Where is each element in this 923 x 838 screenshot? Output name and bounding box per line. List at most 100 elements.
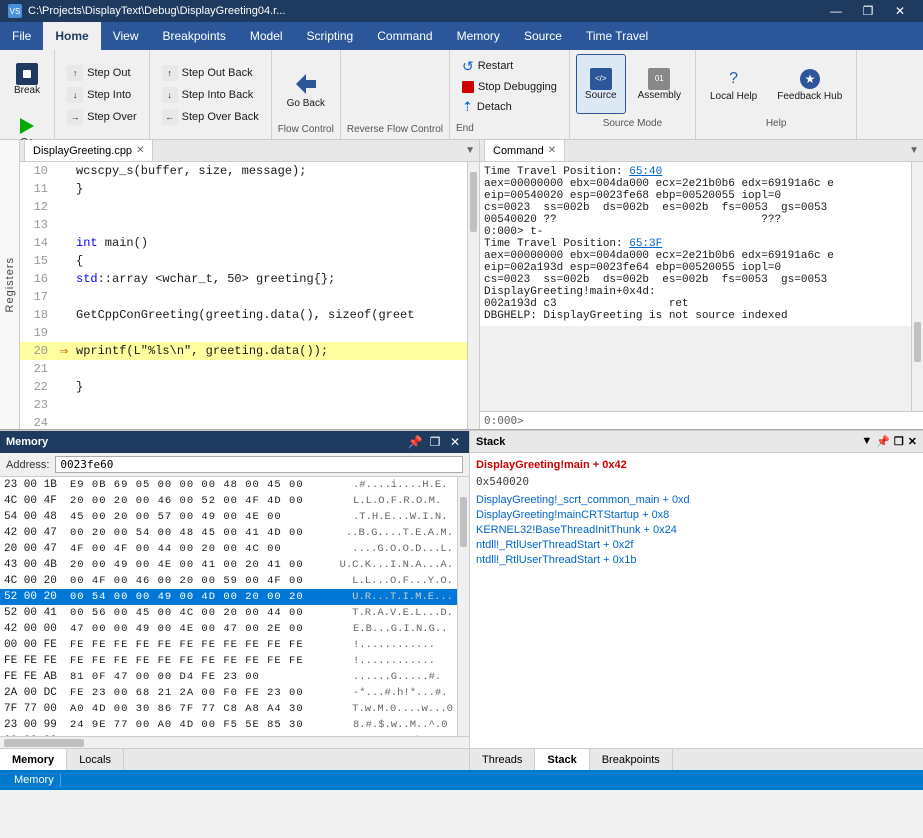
feedback-hub-button[interactable]: ★ Feedback Hub [769, 54, 850, 114]
break-icon [16, 63, 38, 85]
step-over-back-button[interactable]: ← Step Over Back [156, 107, 265, 127]
code-tab-close[interactable]: ✕ [136, 145, 144, 156]
code-line-17: 17 [20, 288, 467, 306]
tab-home[interactable]: Home [43, 22, 100, 50]
memory-restore-button[interactable]: ❐ [427, 435, 443, 449]
tab-command[interactable]: Command [365, 22, 444, 50]
cmd-line-13: DBGHELP: DisplayGreeting is not source i… [484, 310, 907, 322]
detach-button[interactable]: ⇡ Detach [456, 97, 563, 117]
registers-sidebar: Registers [0, 140, 20, 429]
restore-button[interactable]: ❐ [853, 0, 883, 22]
memory-close-button[interactable]: ✕ [447, 435, 463, 449]
restart-button[interactable]: ↺ Restart [456, 56, 563, 77]
command-tab[interactable]: Command ✕ [484, 140, 565, 161]
tab-memory[interactable]: Memory [445, 22, 512, 50]
stack-pane-header: Stack ▼ 📌 ❐ ✕ [470, 431, 923, 453]
stack-restore[interactable]: ❐ [894, 435, 904, 448]
mem-row-6: 43 00 4B 20 00 49 00 4E 00 41 00 20 41 0… [0, 557, 457, 573]
tab-scripting[interactable]: Scripting [295, 22, 366, 50]
tab-model[interactable]: Model [238, 22, 295, 50]
status-bar: Memory [0, 770, 923, 790]
mem-row-11: 00 00 FE FE FE FE FE FE FE FE FE FE FE F… [0, 637, 457, 653]
stack-entry-3[interactable]: KERNEL32!BaseThreadInitThunk + 0x24 [476, 524, 917, 536]
step-over-icon: → [67, 109, 83, 125]
tab-breakpoints[interactable]: Breakpoints [150, 22, 237, 50]
stack-entry-4[interactable]: ntdll!_RtlUserThreadStart + 0x2f [476, 539, 917, 551]
mem-row-5: 20 00 47 4F 00 4F 00 44 00 20 00 4C 00 .… [0, 541, 457, 557]
tab-breakpoints[interactable]: Breakpoints [590, 749, 673, 770]
close-button[interactable]: ✕ [885, 0, 915, 22]
cmd-line-7: Time Travel Position: 65:3F [484, 238, 907, 250]
go-back-button[interactable]: Go Back [279, 54, 333, 124]
stop-debugging-button[interactable]: Stop Debugging [456, 79, 563, 95]
code-content: 10 wcscpy_s(buffer, size, message); 11 }… [20, 162, 467, 429]
go-back-icon [292, 70, 320, 98]
command-pane-chevron[interactable]: ▼ [909, 145, 919, 156]
step-over-button[interactable]: → Step Over [61, 107, 143, 127]
flow-control-label: Flow Control [278, 124, 334, 135]
cmd-line-10: cs=0023 ss=002b ds=002b es=002b fs=0053 … [484, 274, 907, 286]
stack-close[interactable]: ✕ [908, 435, 917, 448]
stack-main-addr: 0x540020 [476, 475, 917, 488]
assembly-button[interactable]: 01 Assembly [630, 54, 689, 114]
mem-row-2: 4C 00 4F 20 00 20 00 46 00 52 00 4F 4D 0… [0, 493, 457, 509]
cmd-line-3: eip=00540020 esp=0023fe68 ebp=00520055 i… [484, 190, 907, 202]
tab-source[interactable]: Source [512, 22, 574, 50]
feedback-hub-icon: ★ [798, 67, 822, 91]
code-vertical-scrollbar[interactable] [467, 162, 479, 429]
mem-row-7: 4C 00 20 00 4F 00 46 00 20 00 59 00 4F 0… [0, 573, 457, 589]
stack-entry-1[interactable]: DisplayGreeting!_scrt_common_main + 0xd [476, 494, 917, 506]
tt-link-1[interactable]: 65:40 [629, 166, 662, 178]
tt-link-2[interactable]: 65:3F [629, 238, 662, 250]
stop-icon [462, 81, 474, 93]
memory-horiz-thumb[interactable] [4, 739, 84, 747]
assembly-icon: 01 [648, 68, 670, 90]
reverse-flow-label: Reverse Flow Control [347, 124, 443, 135]
minimize-button[interactable]: — [821, 0, 851, 22]
command-input[interactable] [528, 414, 919, 427]
memory-scroll-thumb[interactable] [460, 497, 467, 547]
stack-chevron[interactable]: ▼ [861, 435, 872, 448]
code-tab[interactable]: DisplayGreeting.cpp ✕ [24, 140, 153, 161]
svg-text:★: ★ [804, 72, 815, 86]
code-pane: DisplayGreeting.cpp ✕ ▼ 10 wcscpy_s(buff… [20, 140, 480, 429]
command-scroll-thumb[interactable] [914, 322, 921, 362]
code-scroll-thumb[interactable] [470, 172, 477, 232]
step-into-back-button[interactable]: ↓ Step Into Back [156, 85, 265, 105]
stack-main-entry[interactable]: DisplayGreeting!main + 0x42 [476, 459, 917, 471]
command-vertical-scrollbar[interactable] [911, 162, 923, 411]
mem-row-8: 52 00 20 00 54 00 00 49 00 4D 00 20 00 2… [0, 589, 457, 605]
step-out-button[interactable]: ↑ Step Out [61, 63, 143, 83]
stack-entry-2[interactable]: DisplayGreeting!mainCRTStartup + 0x8 [476, 509, 917, 521]
code-line-19: 19 [20, 324, 467, 342]
tab-time-travel[interactable]: Time Travel [574, 22, 660, 50]
tab-file[interactable]: File [0, 22, 43, 50]
code-pane-chevron[interactable]: ▼ [465, 145, 475, 156]
tab-view[interactable]: View [101, 22, 151, 50]
stack-pin[interactable]: 📌 [876, 435, 890, 448]
step-out-back-button[interactable]: ↑ Step Out Back [156, 63, 265, 83]
source-button[interactable]: </> Source [576, 54, 626, 114]
tab-memory-bottom[interactable]: Memory [0, 749, 67, 770]
cmd-line-5: 00540020 ?? ??? [484, 214, 907, 226]
break-button[interactable]: Break [6, 54, 48, 104]
code-line-11: 11 } [20, 180, 467, 198]
memory-vertical-scrollbar[interactable] [457, 477, 469, 736]
tab-stack[interactable]: Stack [535, 749, 589, 770]
detach-icon: ⇡ [462, 99, 473, 115]
command-tab-close[interactable]: ✕ [548, 145, 556, 156]
memory-horizontal-scrollbar[interactable] [0, 736, 469, 748]
cmd-line-4: cs=0023 ss=002b ds=002b es=002b fs=0053 … [484, 202, 907, 214]
go-icon [16, 115, 38, 137]
stack-entry-5[interactable]: ntdll!_RtlUserThreadStart + 0x1b [476, 554, 917, 566]
memory-pin-button[interactable]: 📌 [407, 435, 423, 449]
code-line-21: 21 [20, 360, 467, 378]
mem-row-3: 54 00 48 45 00 20 00 57 00 49 00 4E 00 .… [0, 509, 457, 525]
source-mode-label: Source Mode [603, 118, 662, 129]
step-into-button[interactable]: ↓ Step Into [61, 85, 143, 105]
cmd-line-12: 002a193d c3 ret [484, 298, 907, 310]
tab-locals[interactable]: Locals [67, 749, 124, 770]
local-help-button[interactable]: ? Local Help [702, 54, 765, 114]
address-input[interactable] [55, 456, 463, 473]
tab-threads[interactable]: Threads [470, 749, 535, 770]
